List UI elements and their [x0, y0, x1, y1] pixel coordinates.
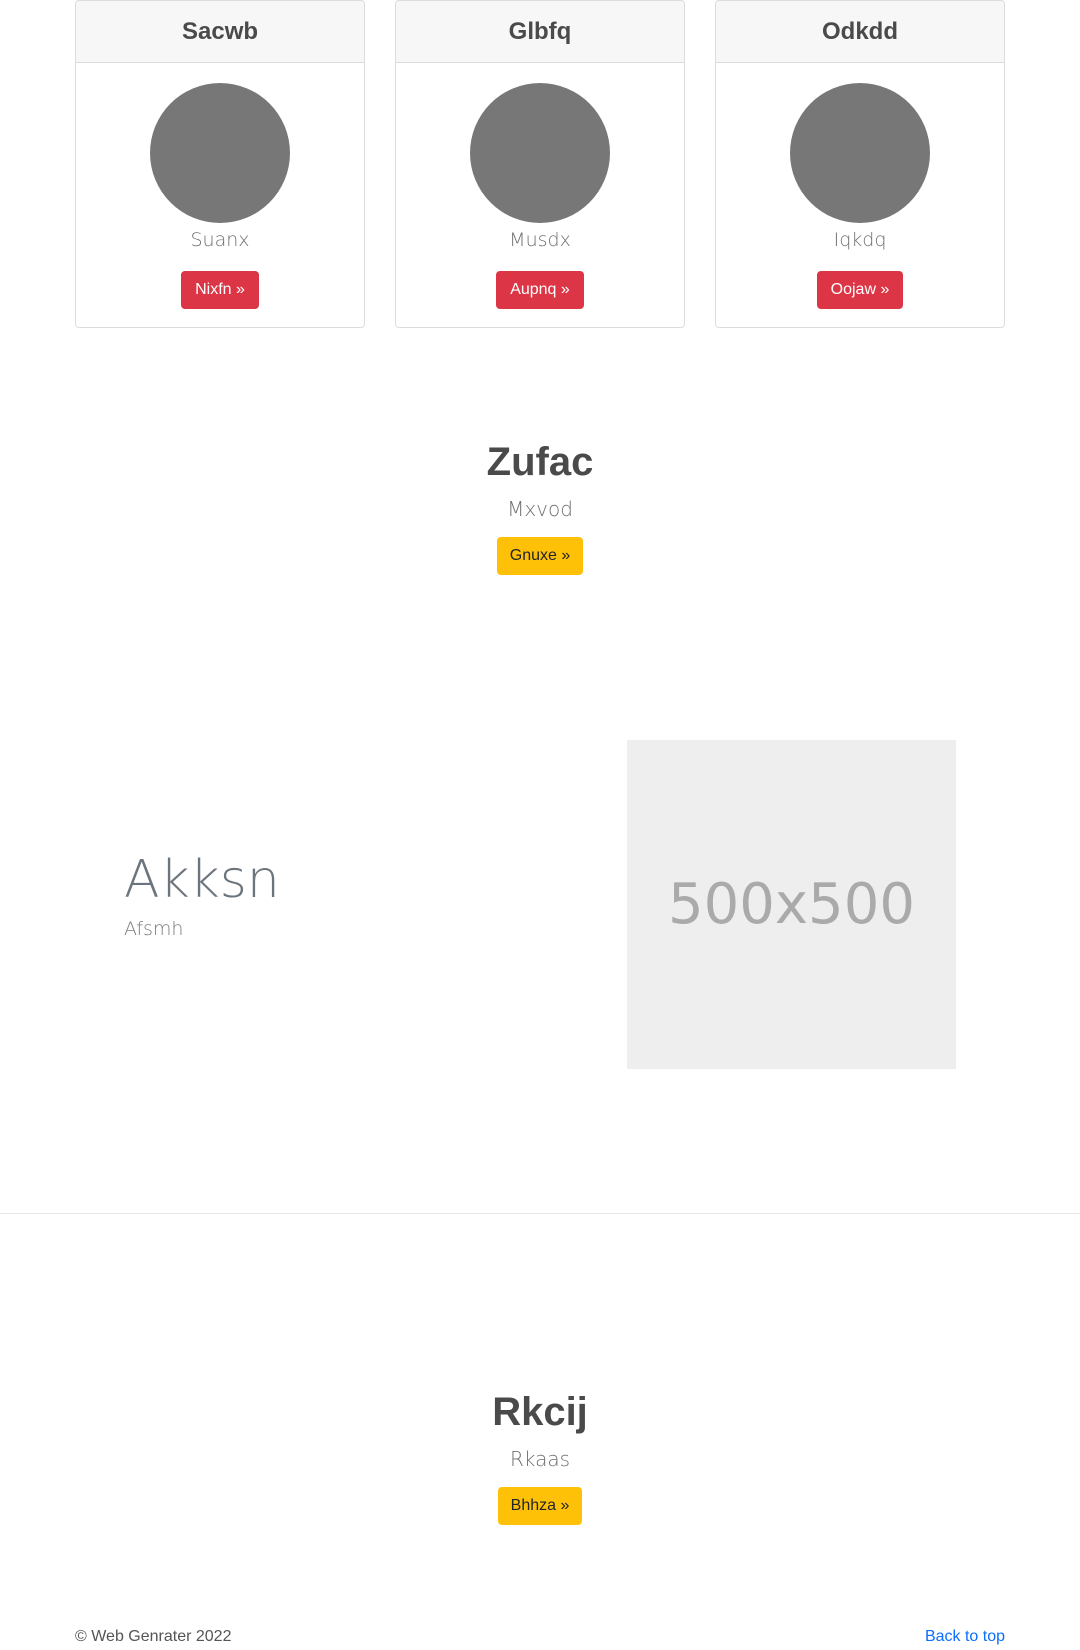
card-header: Glbfq: [396, 1, 684, 63]
card-row: Sacwb Suanx Nixfn » Glbfq Musdx Aupnq » …: [75, 0, 1005, 328]
placeholder-label: 500x500: [668, 872, 915, 937]
avatar: [790, 83, 930, 223]
card: Glbfq Musdx Aupnq »: [395, 0, 685, 328]
card-button[interactable]: Nixfn »: [181, 271, 259, 309]
hero-button[interactable]: Gnuxe »: [496, 537, 584, 575]
hero-section-2: Rkcij Rkaas Bhhza »: [0, 1390, 1080, 1525]
card: Odkdd Iqkdq Oojaw »: [715, 0, 1005, 328]
avatar: [150, 83, 290, 223]
card-header: Odkdd: [716, 1, 1004, 63]
feature-title: Akksn: [124, 850, 280, 910]
card: Sacwb Suanx Nixfn »: [75, 0, 365, 328]
placeholder-image: 500x500: [627, 740, 956, 1069]
feature-text: Akksn Afsmh: [124, 850, 280, 940]
hero-title: Zufac: [486, 440, 594, 484]
card-button[interactable]: Aupnq »: [496, 271, 584, 309]
hero-subtitle: Mxvod: [507, 497, 573, 521]
hero-section-1: Zufac Mxvod Gnuxe »: [0, 440, 1080, 575]
footer-copyright: © Web Genrater 2022: [75, 1628, 232, 1645]
hero-subtitle: Rkaas: [509, 1447, 571, 1471]
hero-title: Rkcij: [492, 1390, 588, 1434]
card-header: Sacwb: [76, 1, 364, 63]
back-to-top-link[interactable]: Back to top: [925, 1628, 1005, 1646]
card-subtitle: Musdx: [509, 229, 571, 251]
card-subtitle: Suanx: [190, 229, 250, 251]
hero-button[interactable]: Bhhza »: [497, 1487, 583, 1525]
divider: [0, 1213, 1080, 1214]
avatar: [470, 83, 610, 223]
feature-subtitle: Afsmh: [124, 918, 184, 940]
card-subtitle: Iqkdq: [833, 229, 887, 251]
card-button[interactable]: Oojaw »: [816, 271, 904, 309]
